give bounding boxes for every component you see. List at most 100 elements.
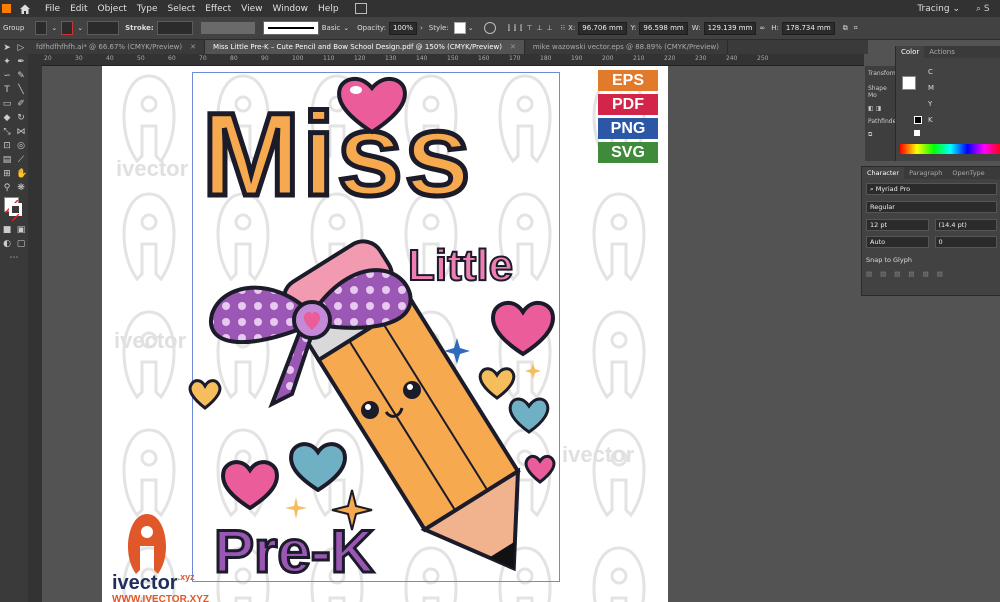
fill-swatch[interactable]	[35, 21, 48, 35]
link-icon[interactable]: ∞	[759, 24, 765, 32]
shape-modes-label[interactable]: Shape Mo	[865, 81, 895, 103]
y-input[interactable]: 96.598 mm	[639, 21, 688, 35]
chevron-down-icon[interactable]: ⌄	[468, 24, 474, 32]
tab-document-2[interactable]: Miss Little Pre-K – Cute Pencil and Bow …	[205, 40, 525, 54]
artboard[interactable]: ivector ivector ivector Miss Little Pre-…	[102, 66, 668, 602]
menu-object[interactable]: Object	[98, 4, 127, 14]
shape-options-icon[interactable]: ⧉	[843, 24, 848, 33]
font-style-select[interactable]: Regular	[866, 201, 997, 213]
fill-stroke-widget[interactable]	[0, 194, 28, 222]
stroke-swatch[interactable]	[61, 21, 74, 35]
color-spectrum[interactable]	[900, 144, 1000, 154]
tab-color[interactable]: Color	[896, 46, 925, 58]
align-middle-icon[interactable]: ⊥	[536, 24, 542, 32]
variable-width-profile[interactable]	[200, 22, 255, 34]
pen-tool-icon[interactable]: ✒	[16, 57, 26, 67]
x-input[interactable]: 96.706 mm	[578, 21, 627, 35]
brush-definition-preview[interactable]	[262, 21, 319, 35]
type-tool-icon[interactable]: T	[2, 85, 12, 95]
align-bottom-icon[interactable]: ⊥	[547, 24, 553, 32]
rectangle-tool-icon[interactable]: ▭	[2, 99, 12, 109]
canvas-area[interactable]: ivector ivector ivector Miss Little Pre-…	[42, 66, 864, 602]
scale-tool-icon[interactable]: ⤡	[2, 127, 12, 137]
stroke-weight-input[interactable]	[156, 21, 193, 35]
line-tool-icon[interactable]: ╲	[16, 85, 26, 95]
shape-builder-tool-icon[interactable]: ◎	[16, 141, 26, 151]
free-transform-tool-icon[interactable]: ⊡	[2, 141, 12, 151]
align-top-icon[interactable]: ⊤	[526, 24, 532, 32]
tab-paragraph[interactable]: Paragraph	[904, 167, 947, 179]
symbol-sprayer-tool-icon[interactable]: ❋	[16, 183, 26, 193]
horizontal-ruler[interactable]: 20 30 40 50 60 70 80 90 100 110 120 130 140 150 160 170…	[42, 54, 864, 66]
opacity-input[interactable]: 100%	[388, 21, 417, 35]
chevron-right-icon[interactable]: ›	[420, 24, 423, 32]
rotate-tool-icon[interactable]: ↻	[16, 113, 26, 123]
curvature-tool-icon[interactable]: ∽	[2, 71, 12, 81]
color-mode-icon[interactable]: ■	[2, 225, 12, 235]
width-tool-icon[interactable]: ⋈	[16, 127, 26, 137]
tracking-select[interactable]: 0	[934, 236, 997, 248]
direct-selection-tool-icon[interactable]: ▷	[16, 43, 26, 53]
pathfinder-label[interactable]: Pathfinder	[865, 114, 899, 129]
tab-actions[interactable]: Actions	[924, 46, 960, 58]
leading-input[interactable]: (14.4 pt)	[934, 219, 997, 231]
pathfinder-icons[interactable]: ⧉	[865, 129, 895, 141]
align-right-icon[interactable]: ⫿	[520, 24, 522, 33]
tab-document-1[interactable]: fdfhdfhfhfh.ai* @ 66.67% (CMYK/Preview) ✕	[28, 40, 206, 54]
menu-type[interactable]: Type	[137, 4, 158, 14]
chevron-down-icon[interactable]: ⌄	[51, 24, 57, 32]
align-center-icon[interactable]: ⫿	[514, 24, 516, 33]
kerning-select[interactable]: Auto	[866, 236, 929, 248]
tab-document-3[interactable]: mike wazowski vector.eps @ 88.89% (CMYK/…	[525, 40, 728, 54]
magic-wand-tool-icon[interactable]: ✦	[2, 57, 12, 67]
tab-opentype[interactable]: OpenType	[947, 167, 989, 179]
search-icon[interactable]: ⌕ S	[976, 4, 1000, 14]
chevron-down-icon[interactable]: ⌄	[77, 24, 83, 32]
vertical-ruler[interactable]	[28, 54, 43, 602]
w-input[interactable]: 129.139 mm	[703, 21, 757, 35]
menu-select[interactable]: Select	[167, 4, 195, 14]
snap-to-glyph-icons[interactable]: ▤▤▤▤▤▤	[866, 270, 997, 278]
selection-tool-icon[interactable]: ➤	[2, 43, 12, 53]
h-input[interactable]: 178.734 mm	[781, 21, 835, 35]
home-icon[interactable]	[19, 3, 31, 15]
gradient-mode-icon[interactable]: ▣	[16, 225, 26, 235]
fill-stroke-preview-icon[interactable]	[902, 76, 916, 90]
menu-file[interactable]: File	[45, 4, 60, 14]
close-icon[interactable]: ✕	[190, 43, 196, 51]
reference-point-icon[interactable]: ⁝⁝	[561, 24, 565, 32]
transform-label[interactable]: Transform	[865, 66, 898, 81]
hand-tool-icon[interactable]: ✋	[16, 169, 27, 179]
align-left-icon[interactable]: ⫿	[508, 24, 510, 33]
shape-mode-icons[interactable]: ◧ ◨	[865, 103, 895, 114]
menu-window[interactable]: Window	[273, 4, 309, 14]
chevron-down-icon[interactable]: ⌄	[343, 24, 349, 32]
eyedropper-tool-icon[interactable]: ⟋	[16, 155, 26, 165]
pencil-tool-icon[interactable]: ✎	[16, 71, 26, 81]
menu-effect[interactable]: Effect	[205, 4, 231, 14]
menu-edit[interactable]: Edit	[70, 4, 87, 14]
gradient-tool-icon[interactable]: ▤	[2, 155, 12, 165]
tab-character[interactable]: Character	[862, 167, 905, 179]
recolor-artwork-icon[interactable]	[483, 22, 496, 34]
menu-help[interactable]: Help	[318, 4, 339, 14]
graphic-style-swatch[interactable]	[453, 22, 466, 34]
stroke-color-icon[interactable]	[9, 203, 22, 222]
font-family-select[interactable]: ⌕ Myriad Pro	[866, 183, 997, 195]
transform-icon[interactable]: ⌗	[854, 24, 858, 33]
workspace-layout-icon[interactable]	[354, 3, 367, 14]
artboard-tool-icon[interactable]: ⊞	[2, 169, 12, 179]
font-size-input[interactable]: 12 pt	[866, 219, 929, 231]
black-swatch[interactable]	[914, 116, 922, 124]
stroke-weight-field[interactable]	[87, 21, 120, 35]
white-swatch[interactable]	[914, 130, 920, 136]
paintbrush-tool-icon[interactable]: ✐	[16, 99, 26, 109]
zoom-tool-icon[interactable]: ⚲	[2, 183, 12, 193]
draw-mode-icon[interactable]: ◐	[2, 239, 12, 249]
screen-mode-icon[interactable]: ▢	[16, 239, 26, 249]
close-icon[interactable]: ✕	[510, 43, 516, 51]
workspace-switcher[interactable]: Tracing ⌄	[917, 4, 960, 14]
eraser-tool-icon[interactable]: ◆	[2, 113, 12, 123]
more-tools-icon[interactable]: ⋯	[9, 253, 19, 263]
menu-view[interactable]: View	[241, 4, 262, 14]
